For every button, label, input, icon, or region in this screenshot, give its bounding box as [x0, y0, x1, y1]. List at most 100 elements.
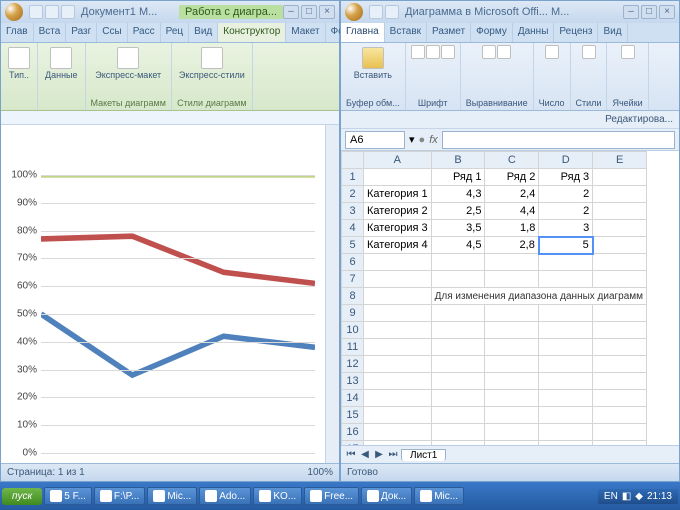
formula-bar: A6 ▾ ● fx — [341, 129, 679, 151]
chart-object[interactable]: 0%10%20%30%40%50%60%70%80%90%100% — [1, 125, 325, 463]
tab-home[interactable]: Глав — [1, 23, 34, 42]
word-ribbon-tabs: Глав Вста Разг Ссы Расс Рец Вид Конструк… — [1, 23, 339, 43]
maximize-button[interactable]: □ — [641, 5, 657, 19]
chart-data-button[interactable]: Данные — [43, 45, 80, 82]
taskbar-item[interactable]: Free... — [304, 487, 359, 505]
tab-review[interactable]: Рец — [161, 23, 190, 42]
cell-styles-icon[interactable] — [582, 45, 596, 59]
namebox-dropdown-icon[interactable]: ▾ — [409, 133, 415, 146]
sheet-nav-last-icon[interactable]: ⏭ — [387, 449, 399, 461]
tab-data[interactable]: Данны — [513, 23, 555, 42]
tab-view[interactable]: Вид — [598, 23, 627, 42]
chart-data-icon — [50, 47, 72, 69]
windows-taskbar: пуск 5 F...F:\P...Mic...Ado...KO...Free.… — [0, 482, 680, 510]
clock[interactable]: 21:13 — [647, 491, 672, 502]
fx-icon[interactable]: fx — [429, 134, 438, 146]
chart-y-axis: 0%10%20%30%40%50%60%70%80%90%100% — [5, 175, 39, 453]
word-titlebar: Документ1 M... Работа с диагра... ‒ □ × — [1, 1, 339, 23]
quick-styles-icon — [201, 47, 223, 69]
number-format-icon[interactable] — [545, 45, 559, 59]
paste-icon — [362, 47, 384, 69]
start-button[interactable]: пуск — [2, 488, 42, 505]
taskbar-item[interactable]: Mic... — [414, 487, 464, 505]
chart-type-icon — [8, 47, 30, 69]
status-ready: Готово — [347, 467, 378, 478]
page-status: Страница: 1 из 1 — [7, 467, 85, 478]
align-center-icon[interactable] — [497, 45, 511, 59]
word-statusbar: Страница: 1 из 1 100% — [1, 463, 339, 481]
tab-review[interactable]: Реценз — [554, 23, 598, 42]
excel-statusbar: Готово — [341, 463, 679, 481]
chart-plot-area — [41, 175, 315, 453]
tab-page-layout[interactable]: Размет — [427, 23, 471, 42]
paste-button[interactable]: Вставить — [352, 45, 394, 82]
name-box[interactable]: A6 — [345, 131, 405, 149]
word-title: Документ1 M... — [81, 6, 179, 18]
minimize-button[interactable]: ‒ — [283, 5, 299, 19]
tab-home[interactable]: Главна — [341, 23, 385, 42]
language-indicator[interactable]: EN — [604, 491, 618, 502]
italic-icon[interactable] — [426, 45, 440, 59]
office-button[interactable] — [345, 3, 363, 21]
tab-formulas[interactable]: Форму — [471, 23, 513, 42]
taskbar-item[interactable]: KO... — [253, 487, 302, 505]
zoom-level[interactable]: 100% — [307, 467, 333, 478]
quick-styles-button[interactable]: Экспресс-стили — [177, 45, 247, 82]
system-tray: EN ◧ ◆ 21:13 — [598, 489, 678, 504]
quick-layout-icon — [117, 47, 139, 69]
tab-insert[interactable]: Вста — [34, 23, 67, 42]
tab-view[interactable]: Вид — [189, 23, 218, 42]
sheet-nav-prev-icon[interactable]: ◀ — [359, 449, 371, 461]
tab-insert[interactable]: Вставк — [385, 23, 427, 42]
tab-design[interactable]: Конструктор — [218, 23, 286, 42]
qat-redo-icon[interactable] — [61, 5, 75, 19]
tray-icon[interactable]: ◧ — [622, 491, 631, 502]
ribbon-group-editing: Редактирова... — [341, 111, 679, 129]
ruler — [1, 111, 339, 125]
document-area[interactable]: 0%10%20%30%40%50%60%70%80%90%100% — [1, 125, 339, 463]
tray-icon[interactable]: ◆ — [635, 491, 643, 502]
taskbar-item[interactable]: F:\P... — [94, 487, 145, 505]
sheet-tab-bar: ⏮ ◀ ▶ ⏭ Лист1 — [341, 445, 679, 463]
excel-ribbon: Вставить Буфер обм... Шрифт Выравнивание… — [341, 43, 679, 111]
formula-input[interactable] — [442, 131, 675, 149]
tab-mailings[interactable]: Расс — [128, 23, 161, 42]
align-left-icon[interactable] — [482, 45, 496, 59]
taskbar-item[interactable]: Mic... — [147, 487, 197, 505]
tab-references[interactable]: Ссы — [97, 23, 127, 42]
qat-save-icon[interactable] — [29, 5, 43, 19]
sheet-tab[interactable]: Лист1 — [401, 449, 446, 461]
quick-layout-button[interactable]: Экспресс-макет — [93, 45, 163, 82]
excel-titlebar: Диаграмма в Microsoft Offi... M... ‒ □ × — [341, 1, 679, 23]
close-button[interactable]: × — [659, 5, 675, 19]
minimize-button[interactable]: ‒ — [623, 5, 639, 19]
qat-undo-icon[interactable] — [45, 5, 59, 19]
fx-cancel-icon[interactable]: ● — [419, 134, 426, 146]
quick-access-toolbar — [29, 5, 75, 19]
worksheet-grid[interactable]: ABCDE1Ряд 1Ряд 2Ряд 32Категория 14,32,42… — [341, 151, 679, 445]
vertical-scrollbar[interactable] — [325, 125, 339, 463]
taskbar-item[interactable]: 5 F... — [44, 487, 92, 505]
tab-layout[interactable]: Разг — [66, 23, 97, 42]
excel-ribbon-tabs: Главна Вставк Размет Форму Данны Реценз … — [341, 23, 679, 43]
sheet-nav-first-icon[interactable]: ⏮ — [345, 449, 357, 461]
bold-icon[interactable] — [411, 45, 425, 59]
chart-type-button[interactable]: Тип.. — [6, 45, 32, 82]
excel-window: Диаграмма в Microsoft Offi... M... ‒ □ ×… — [340, 0, 680, 482]
maximize-button[interactable]: □ — [301, 5, 317, 19]
tab-chart-layout[interactable]: Макет — [286, 23, 325, 42]
qat-save-icon[interactable] — [369, 5, 383, 19]
office-button[interactable] — [5, 3, 23, 21]
quick-access-toolbar — [369, 5, 399, 19]
excel-title: Диаграмма в Microsoft Offi... M... — [405, 6, 623, 18]
cells-icon[interactable] — [621, 45, 635, 59]
taskbar-item[interactable]: Док... — [361, 487, 412, 505]
word-ribbon: Тип.. Данные Экспресс-макет Макеты диагр… — [1, 43, 339, 111]
qat-undo-icon[interactable] — [385, 5, 399, 19]
word-window: Документ1 M... Работа с диагра... ‒ □ × … — [0, 0, 340, 482]
taskbar-item[interactable]: Ado... — [199, 487, 251, 505]
underline-icon[interactable] — [441, 45, 455, 59]
chart-tools-context-tab[interactable]: Работа с диагра... — [179, 5, 283, 19]
close-button[interactable]: × — [319, 5, 335, 19]
sheet-nav-next-icon[interactable]: ▶ — [373, 449, 385, 461]
